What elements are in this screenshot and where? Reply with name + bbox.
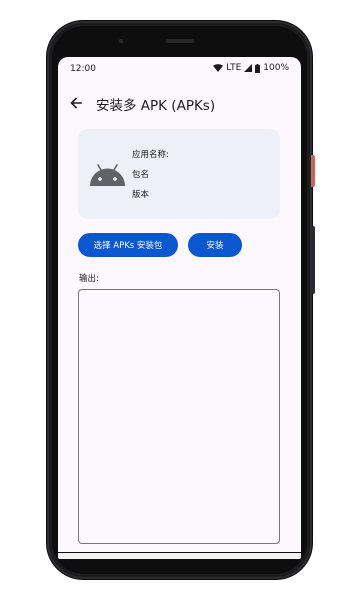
android-icon xyxy=(89,164,126,190)
status-indicators: LTE 100% xyxy=(213,63,289,73)
arrow-back-icon xyxy=(70,94,82,113)
page-title: 安装多 APK (APKs) xyxy=(96,98,216,114)
status-time: 12:00 xyxy=(70,64,96,74)
volume-button[interactable] xyxy=(311,226,315,294)
battery-icon xyxy=(255,63,261,73)
battery-level: 100% xyxy=(263,63,289,73)
app-name-label: 应用名称: xyxy=(132,150,169,160)
top-app-bar: 安装多 APK (APKs) xyxy=(58,91,301,115)
version-label: 版本 xyxy=(132,190,150,200)
wifi-icon xyxy=(213,64,224,72)
select-apks-button[interactable]: 选择 APKs 安装包 xyxy=(78,233,178,257)
package-name-label: 包名 xyxy=(132,170,150,180)
screen-bottom-edge xyxy=(58,553,301,559)
power-button[interactable] xyxy=(311,155,315,187)
signal-icon xyxy=(244,64,253,72)
earpiece-speaker xyxy=(166,39,194,43)
install-button[interactable]: 安装 xyxy=(188,233,242,257)
app-info-lines: 应用名称: 包名 版本 xyxy=(132,149,169,209)
output-field[interactable] xyxy=(78,289,280,544)
front-camera xyxy=(117,37,125,45)
status-bar: 12:00 LTE 100% xyxy=(58,57,301,81)
back-button[interactable] xyxy=(66,93,86,113)
network-type: LTE xyxy=(226,63,242,73)
app-screen: 12:00 LTE 100% 安装多 APK (APKs) 应用名称: 包名 版… xyxy=(58,57,301,552)
device-frame: 12:00 LTE 100% 安装多 APK (APKs) 应用名称: 包名 版… xyxy=(0,0,361,600)
app-info-card: 应用名称: 包名 版本 xyxy=(78,129,280,219)
output-label: 输出: xyxy=(79,274,99,284)
